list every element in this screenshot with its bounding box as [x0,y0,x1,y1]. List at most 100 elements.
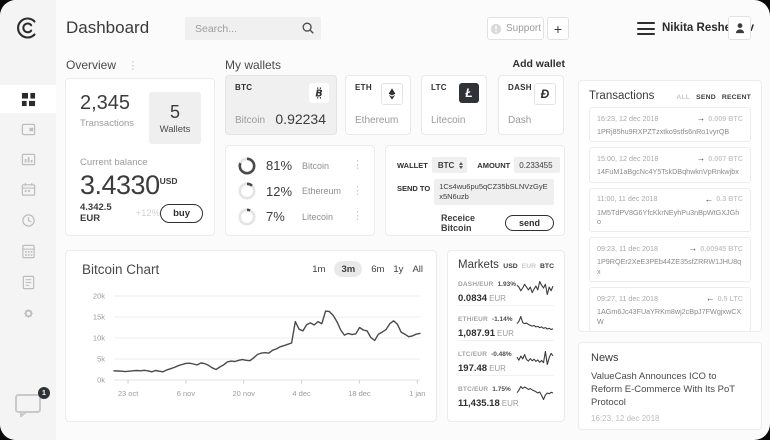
transaction-address: 1M5TdPV8G6YfcKkrNEyhPu3nBpWtGXJGho [597,208,743,227]
transaction-row[interactable]: 09:23, 11 dec 2018→0.00945 BTC 1P9RQEr2X… [589,237,751,282]
allocation-pct: 81% [266,158,302,173]
news-article-title[interactable]: ValueCash Announces ICO to Reform E-Comm… [591,371,749,409]
range-1y[interactable]: 1y [393,264,403,275]
markets-tab-usd[interactable]: USD [503,263,517,270]
markets-title: Markets [458,259,503,271]
send-to-input[interactable]: 1Cs4wu6pu5qCZ35bSLNVzGyEx5N6uzb [434,179,554,205]
allocation-kebab-icon[interactable]: ⋮ [352,186,363,197]
wallet-card-eth[interactable]: ETH Ethereum [345,75,411,135]
allocation-row-ethereum: 12% Ethereum ⋮ [237,179,363,205]
transaction-row[interactable]: 16:23, 12 dec 2018→0.009 BTC 1PRj85hu9RX… [589,107,751,142]
chat-bubble-icon [14,393,42,417]
send-arrow-icon: → [697,153,706,163]
sidebar-item-reports[interactable] [0,268,56,296]
person-icon [733,21,747,35]
dashboard-grid-icon [21,92,36,107]
transaction-row[interactable]: 09:27, 11 dec 2018←0.5 LTC 1AGm6Jc43FUaY… [589,287,751,332]
wallets-count-box[interactable]: 5 Wallets [149,92,201,144]
markets-tab-btc[interactable]: BTC [540,263,554,270]
avatar[interactable] [728,16,751,40]
amount-input[interactable] [514,157,560,173]
support-info-icon [490,23,502,35]
svg-text:23 oct: 23 oct [118,389,139,398]
report-icon [21,275,36,290]
transaction-row[interactable]: 15:00, 12 dec 2018→0.007 BTC 14FuM1aBgcN… [589,147,751,182]
transactions-card: Transactions ALL SEND RECENT 16:23, 12 d… [578,80,762,332]
chat-button[interactable]: 1 [14,393,44,419]
market-row-btc[interactable]: BTC/EUR1.75% 11,435.18EUR [458,376,554,410]
svg-text:18 dec: 18 dec [348,389,371,398]
transactions-title: Transactions [589,90,676,102]
buy-button[interactable]: buy [160,204,203,223]
clock-icon [21,213,36,228]
sparkline-eth [516,315,554,331]
receive-arrow-icon: ← [706,293,715,303]
settings-gear-icon [21,306,36,321]
svg-text:0k: 0k [97,376,105,385]
sidebar-item-history[interactable] [0,206,56,234]
sidebar: 1 [0,0,56,440]
transactions-count-label: Transactions [80,118,134,129]
select-carets-icon [459,162,463,169]
transactions-tab-recent[interactable]: RECENT [722,94,751,101]
range-all[interactable]: All [412,264,423,275]
sidebar-item-calendar[interactable] [0,175,56,203]
range-1m[interactable]: 1m [312,264,325,275]
wallets-count: 5 [170,102,180,123]
range-6m[interactable]: 6m [371,264,384,275]
transaction-address: 1PRj85hu9RXPZTzxtko9stfs6nRo1vyrQB [597,127,743,136]
support-button[interactable]: Support [487,17,544,40]
sidebar-item-wallets[interactable] [0,115,56,143]
allocation-pct: 7% [266,209,302,224]
wallet-card-btc[interactable]: BTC B Bitcoin 0.92234 [225,75,337,135]
app-logo[interactable] [0,0,56,56]
transactions-tab-send[interactable]: SEND [696,94,716,101]
receive-bitcoin-link[interactable]: Receice Bitcoin [441,213,505,233]
market-row-dash[interactable]: DASH/EUR1.93% 0.0834EUR [458,271,554,306]
news-title: News [591,352,749,364]
transactions-count: 2,345 [80,92,134,115]
app-window: 1 Dashboard Support + Nikita Resheteev O… [0,0,770,440]
wallet-card-ltc[interactable]: LTC Ł Litecoin [421,75,487,135]
svg-text:6 nov: 6 nov [177,389,196,398]
send-to-field-label: SEND TO [397,184,430,193]
send-button[interactable]: send [505,215,554,231]
overview-kebab-icon[interactable]: ⋮ [127,60,138,72]
market-row-eth[interactable]: ETH/EUR-1.14% 1,087.91EUR [458,306,554,341]
svg-text:5k: 5k [97,355,105,364]
dash-name: Dash [508,115,531,126]
balance-eur: 4.342.5 EUR [80,202,132,224]
sidebar-item-settings[interactable] [0,299,56,327]
menu-hamburger-icon[interactable] [637,22,655,35]
add-button[interactable]: + [547,17,569,40]
receive-arrow-icon: ← [705,194,714,204]
allocation-kebab-icon[interactable]: ⋮ [352,160,363,171]
markets-tab-eur[interactable]: EUR [522,263,536,270]
allocation-pct: 12% [266,184,302,199]
sparkline-dash [516,280,554,296]
transaction-address: 1P9RQEr2XeE3PEb44ZE35sfZRRW1JHU8qx [597,257,743,276]
allocation-name: Ethereum [302,186,352,196]
wallet-card-dash[interactable]: DASH Ð Dash [498,75,564,135]
donut-chart-litecoin [237,207,257,227]
search-icon[interactable] [301,21,315,35]
search-input[interactable] [185,17,305,40]
sidebar-item-charts[interactable] [0,145,56,173]
allocation-kebab-icon[interactable]: ⋮ [352,211,363,222]
range-3m[interactable]: 3m [334,261,362,277]
chat-notification-badge: 1 [38,387,50,399]
bitcoin-chart-plot: 20k15k10k5k0k23 oct6 nov20 nov4 dec18 de… [66,285,438,415]
wallet-select[interactable]: BTC [432,157,467,173]
sidebar-item-dashboard[interactable] [0,85,56,113]
news-card: News ValueCash Announces ICO to Reform E… [578,342,762,430]
add-wallet-button[interactable]: Add wallet [475,58,565,70]
transaction-address: 14FuM1aBgcNc4Y5TskDBqhwknVpRnkwjbx [597,167,743,176]
transaction-row[interactable]: 11:00, 11 dec 2018←0.3 BTC 1M5TdPV8G6Yfc… [589,188,751,233]
transactions-tab-all[interactable]: ALL [676,94,690,101]
search-box [185,17,321,40]
sidebar-item-calculator[interactable] [0,237,56,265]
wallet-card-icon [21,122,36,137]
svg-text:20k: 20k [93,292,105,301]
ltc-name: Litecoin [431,115,465,126]
market-row-ltc[interactable]: LTC/EUR-0.48% 197.48EUR [458,341,554,376]
